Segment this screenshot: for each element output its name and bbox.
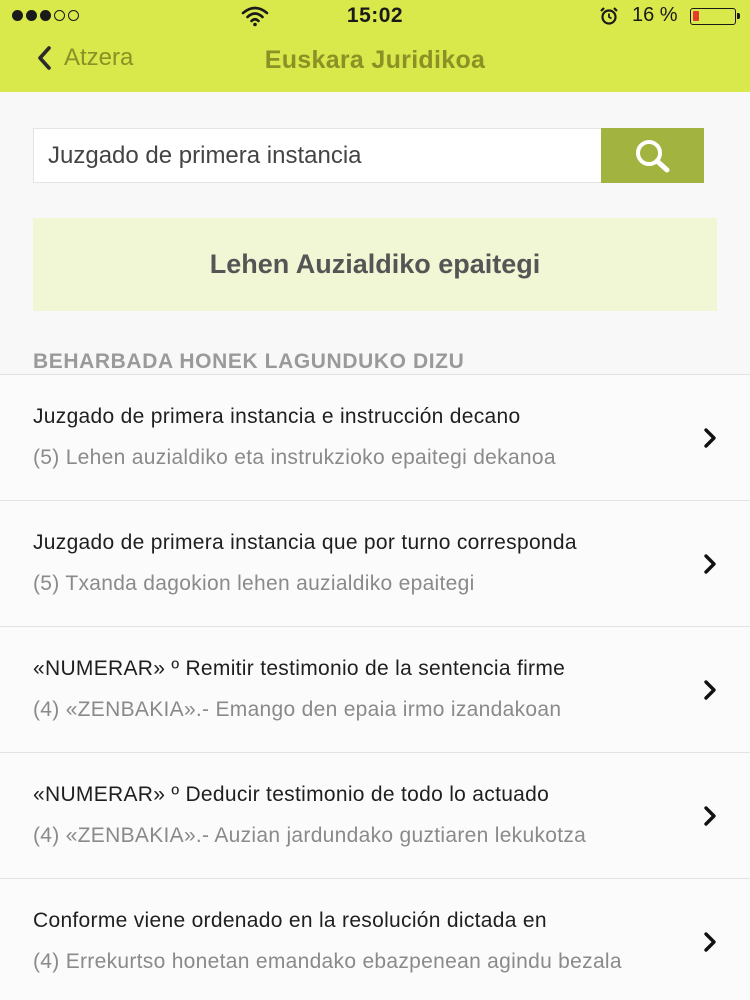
- translation-result: Lehen Auzialdiko epaitegi: [33, 218, 717, 311]
- chevron-right-icon: [704, 932, 716, 952]
- list-item-title: Juzgado de primera instancia que por tur…: [33, 531, 577, 554]
- list-item[interactable]: Juzgado de primera instancia que por tur…: [0, 500, 750, 626]
- list-item[interactable]: «NUMERAR» º Deducir testimonio de todo l…: [0, 752, 750, 878]
- list-item-title: «NUMERAR» º Deducir testimonio de todo l…: [33, 783, 550, 806]
- suggestions-header: BEHARBADA HONEK LAGUNDUKO DIZU: [33, 350, 465, 373]
- chevron-right-icon: [704, 806, 716, 826]
- list-item-subtitle: (4) «ZENBAKIA».- Emango den epaia irmo i…: [33, 698, 562, 721]
- list-item-title: Juzgado de primera instancia e instrucci…: [33, 405, 521, 428]
- list-item[interactable]: Juzgado de primera instancia e instrucci…: [0, 374, 750, 500]
- battery-percentage: 16 %: [632, 4, 678, 26]
- list-item-title: Conforme viene ordenado en la resolución…: [33, 909, 547, 932]
- chevron-right-icon: [704, 680, 716, 700]
- battery-icon: [690, 8, 740, 25]
- alarm-clock-icon: [600, 7, 618, 25]
- page-title: Euskara Juridikoa: [264, 46, 486, 74]
- navigation-bar: 15:02 16 % Atzera Euskara Juridikoa: [0, 0, 750, 92]
- list-item-subtitle: (5) Txanda dagokion lehen auzialdiko epa…: [33, 572, 475, 595]
- list-item-title: «NUMERAR» º Remitir testimonio de la sen…: [33, 657, 566, 680]
- list-item-subtitle: (5) Lehen auzialdiko eta instrukzioko ep…: [33, 446, 556, 469]
- chevron-right-icon: [704, 554, 716, 574]
- suggestions-list: Juzgado de primera instancia e instrucci…: [0, 374, 750, 1000]
- search-input[interactable]: [33, 128, 603, 183]
- list-item-subtitle: (4) Errekurtso honetan emandako ebazpene…: [33, 950, 622, 973]
- list-item[interactable]: Conforme viene ordenado en la resolución…: [0, 878, 750, 1000]
- list-item-subtitle: (4) «ZENBAKIA».- Auzian jardundako guzti…: [33, 824, 587, 847]
- search-icon: [635, 139, 669, 172]
- status-bar: 15:02 16 %: [0, 0, 750, 32]
- chevron-right-icon: [704, 428, 716, 448]
- search-button[interactable]: [601, 128, 704, 183]
- list-item[interactable]: «NUMERAR» º Remitir testimonio de la sen…: [0, 626, 750, 752]
